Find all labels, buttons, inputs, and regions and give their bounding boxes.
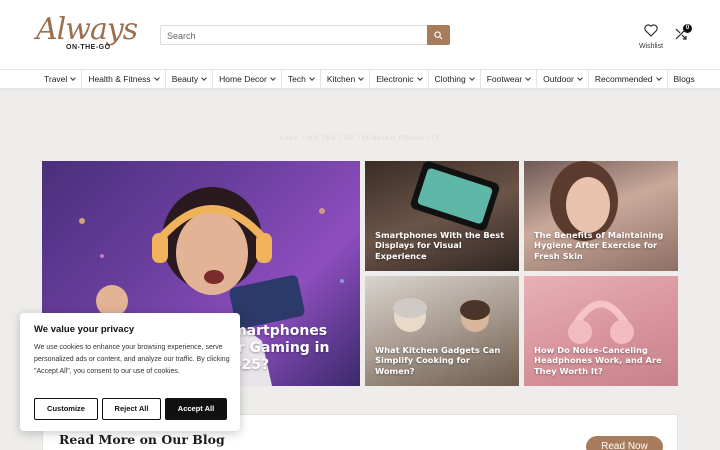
nav-item-recommended[interactable]: Recommended [589, 70, 668, 89]
featured-card-title: What Kitchen Gadgets Can Simplify Cookin… [375, 345, 501, 376]
heart-icon [644, 24, 658, 37]
wishlist-button[interactable]: Wishlist [636, 24, 666, 50]
nav-item-electronic[interactable]: Electronic [370, 70, 429, 89]
chevron-down-icon [358, 75, 365, 81]
site-logo[interactable]: Always ON-THE-GO [36, 12, 138, 56]
featured-card-title: Smartphones With the Best Displays for V… [375, 230, 505, 261]
logo-script: Always [36, 12, 138, 47]
read-now-button[interactable]: Read Now [586, 436, 663, 450]
logo-subtitle: ON-THE-GO [66, 44, 111, 51]
nav-item-outdoor[interactable]: Outdoor [537, 70, 589, 89]
compare-count-badge: 0 [683, 24, 692, 33]
blog-heading: Read More on Our Blog [59, 432, 225, 447]
featured-card-title: How Do Noise-Canceling Headphones Work, … [534, 345, 662, 376]
featured-card-title: Smartphones for Gaming in 2025? [222, 323, 330, 373]
wishlist-label: Wishlist [638, 43, 664, 50]
featured-card-hygiene[interactable]: The Benefits of Maintaining Hygiene Afte… [524, 161, 678, 271]
chevron-down-icon [201, 75, 207, 81]
nav-item-health-fitness[interactable]: Health & Fitness [82, 70, 166, 89]
nav-item-tech[interactable]: Tech [282, 70, 321, 89]
cookie-title: We value your privacy [34, 324, 135, 335]
main-navigation: Travel Health & Fitness Beauty Home Deco… [0, 69, 720, 89]
search-button[interactable] [427, 25, 450, 45]
site-header: Always ON-THE-GO Wishlist 0 [0, 0, 720, 70]
chevron-down-icon [70, 75, 77, 81]
chevron-down-icon [416, 75, 423, 81]
section-tagline: HAVE LIKE THE TOP TRENDING PRODUCTS [279, 136, 441, 142]
search-icon [434, 30, 443, 39]
search-input[interactable] [167, 28, 422, 43]
nav-item-blogs[interactable]: Blogs [668, 70, 701, 89]
customize-button[interactable]: Customize [34, 398, 98, 420]
chevron-down-icon [309, 75, 315, 81]
cookie-text: We use cookies to enhance your browsing … [34, 344, 230, 375]
chevron-down-icon [577, 75, 583, 81]
accept-all-button[interactable]: Accept All [165, 398, 227, 420]
cookie-consent-dialog: We value your privacy We use cookies to … [20, 313, 240, 431]
nav-item-kitchen[interactable]: Kitchen [321, 70, 371, 89]
chevron-down-icon [525, 75, 531, 81]
nav-item-clothing[interactable]: Clothing [429, 70, 481, 89]
featured-card-kitchen[interactable]: What Kitchen Gadgets Can Simplify Cookin… [365, 276, 519, 386]
featured-card-headphones[interactable]: How Do Noise-Canceling Headphones Work, … [524, 276, 678, 386]
featured-card-title: The Benefits of Maintaining Hygiene Afte… [534, 230, 664, 261]
nav-item-beauty[interactable]: Beauty [166, 70, 214, 89]
chevron-down-icon [655, 75, 662, 81]
nav-item-travel[interactable]: Travel [38, 70, 83, 89]
reject-all-button[interactable]: Reject All [102, 398, 161, 420]
chevron-down-icon [153, 75, 160, 81]
nav-item-home-decor[interactable]: Home Decor [213, 70, 282, 89]
nav-item-footwear[interactable]: Footwear [481, 70, 538, 89]
chevron-down-icon [270, 75, 276, 81]
featured-card-smartphones[interactable]: Smartphones With the Best Displays for V… [365, 161, 519, 271]
chevron-down-icon [468, 75, 475, 81]
search-bar [160, 25, 450, 45]
